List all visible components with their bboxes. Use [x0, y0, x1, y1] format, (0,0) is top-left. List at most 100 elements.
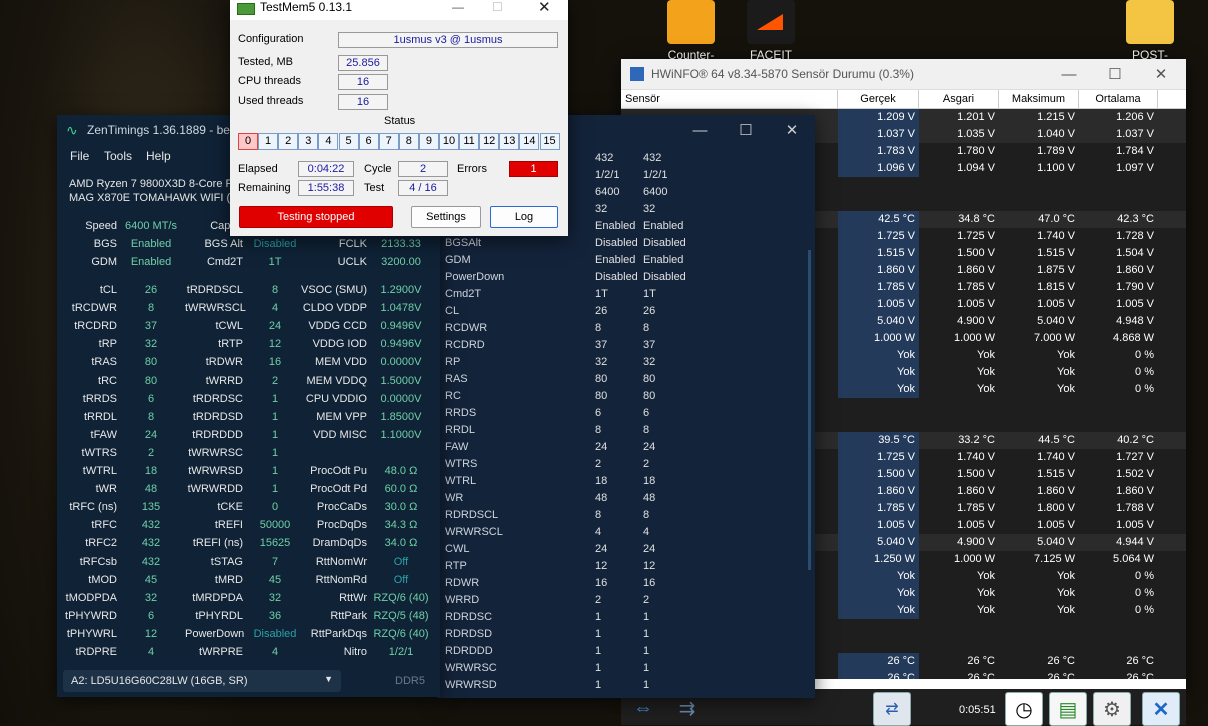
minimize-button[interactable]: — [452, 0, 464, 14]
compare-value: 16 [595, 577, 608, 589]
compare-value: 8 [595, 424, 602, 436]
timing-value: 48.0 Ω [384, 465, 418, 477]
column-header[interactable]: Sensör [621, 90, 838, 108]
network-icon[interactable]: ⇄ [873, 692, 911, 726]
test-label: Test [364, 182, 385, 194]
column-header[interactable]: Gerçek [838, 90, 919, 108]
sensor-value: 1.005 V [1037, 298, 1075, 310]
sensor-value: 1.005 V [1116, 519, 1154, 531]
timing-label: tPHYWRD [65, 609, 117, 622]
thread-cell: 0 [238, 133, 258, 150]
timing-label: PowerDown [185, 627, 245, 640]
compare-value: 6400 [595, 186, 620, 198]
compare-value: 80 [643, 373, 656, 385]
minimize-button[interactable]: — [1046, 59, 1092, 89]
timing-label: tRP [98, 338, 117, 351]
compare-value: 4 [595, 526, 602, 538]
timing-label: MEM VPP [316, 410, 367, 423]
sensor-value: 1.094 V [957, 162, 995, 174]
sensor-value: 39.5 °C [838, 432, 919, 449]
compare-value: 1 [595, 679, 602, 691]
sensor-value [999, 398, 1079, 415]
sensor-value: Yok [1057, 383, 1075, 395]
timing-label: tMODPDA [65, 591, 117, 604]
compare-value: 6400 [643, 186, 668, 198]
minimize-button[interactable]: — [677, 115, 723, 145]
log-button[interactable]: Log [490, 206, 558, 228]
settings-icon[interactable]: ⚙ [1093, 692, 1131, 726]
clock-icon[interactable]: ◷ [1005, 692, 1043, 726]
sensor-value: 1.206 V [1116, 111, 1154, 123]
maximize-button[interactable]: ☐ [1092, 59, 1138, 89]
compare-label: RCDWR [445, 322, 488, 334]
column-header[interactable]: Ortalama [1079, 90, 1158, 108]
close-button[interactable]: ✕ [769, 115, 815, 145]
compare-value: 2 [643, 594, 650, 606]
compare-label: FAW [445, 441, 469, 453]
compare-value: 16 [643, 577, 656, 589]
sensor-value: 26 °C [1047, 655, 1075, 667]
sensor-value: 1.860 V [1116, 485, 1154, 497]
hwinfo-titlebar[interactable]: HWiNFO® 64 v8.34-5870 Sensör Durumu (0.3… [621, 59, 1186, 90]
sensor-value: 26 °C [1126, 655, 1154, 667]
timing-value: Off [393, 573, 409, 586]
sensor-value: 42.3 °C [1117, 213, 1154, 225]
compare-label: BGSAlt [445, 237, 482, 249]
compare-value: 1 [595, 645, 602, 657]
sensor-value: 26 °C [838, 670, 919, 679]
compare-value: 24 [595, 543, 608, 555]
hwinfo-app-icon [630, 67, 644, 81]
module-selector[interactable]: A2: LD5U16G60C28LW (16GB, SR) ▼ [63, 670, 341, 692]
thread-cell: 5 [338, 133, 359, 150]
desktop-icon-faceit[interactable]: FACEIT [736, 0, 806, 62]
menu-file[interactable]: File [70, 149, 89, 163]
compare-label: WRRD [445, 594, 480, 606]
sensor-value: 1.000 W [838, 330, 919, 347]
compare-value: 80 [643, 390, 656, 402]
timing-label: tWRRD [205, 374, 243, 387]
compare-value: 6 [595, 407, 602, 419]
speed-label: Speed [85, 220, 117, 232]
testmem5-titlebar[interactable]: TestMem5 0.13.1 — ☐ ✕ [230, 0, 568, 20]
sensor-value: 0 % [1135, 349, 1154, 361]
timing-label: tRDRDSCL [186, 284, 243, 296]
used-threads-label: Used threads [238, 95, 304, 107]
compare-value: Disabled [643, 237, 686, 249]
close-icon[interactable]: ✕ [1142, 692, 1180, 726]
compare-value: 26 [643, 305, 656, 317]
timing-label: tRFC2 [85, 537, 117, 550]
thread-cell: 13 [499, 133, 520, 150]
elapsed-time: 0:05:51 [959, 704, 996, 716]
close-button[interactable]: ✕ [1138, 59, 1184, 89]
compare-value: 48 [595, 492, 608, 504]
compare-value: 8 [595, 322, 602, 334]
scrollbar[interactable] [808, 250, 811, 570]
sensor-value [999, 194, 1079, 211]
report-icon[interactable]: ▤ [1049, 692, 1087, 726]
timing-label: ProcOdt Pd [310, 483, 367, 496]
timing-value: 32 [144, 338, 158, 351]
sensor-value: 1.005 V [1037, 519, 1075, 531]
menu-help[interactable]: Help [146, 149, 171, 163]
maximize-button[interactable]: ☐ [723, 115, 769, 145]
sensor-value: 1.096 V [838, 160, 919, 177]
ddr-type: DDR5 [395, 675, 425, 687]
compare-value: 32 [595, 203, 608, 215]
sensor-value: 5.040 V [838, 534, 919, 551]
timing-label: tPHYRDL [195, 609, 243, 622]
compare-value: 8 [643, 509, 650, 521]
timing-value: 0.9496V [380, 338, 422, 351]
column-header[interactable]: Maksimum [999, 90, 1079, 108]
settings-button[interactable]: Settings [411, 206, 481, 228]
close-button[interactable]: ✕ [538, 0, 551, 16]
sensor-value: 1.785 V [957, 281, 995, 293]
sensor-value: 5.040 V [838, 313, 919, 330]
sensor-value: 1.037 V [838, 126, 919, 143]
compare-label: WTRS [445, 458, 478, 470]
menu-tools[interactable]: Tools [104, 149, 132, 163]
timing-label: RttWr [339, 591, 367, 604]
timing-label: tRCDRD [74, 320, 117, 333]
thread-cell: 1 [258, 133, 279, 150]
column-header[interactable]: Asgari [919, 90, 999, 108]
sensor-value: 1.785 V [957, 502, 995, 514]
